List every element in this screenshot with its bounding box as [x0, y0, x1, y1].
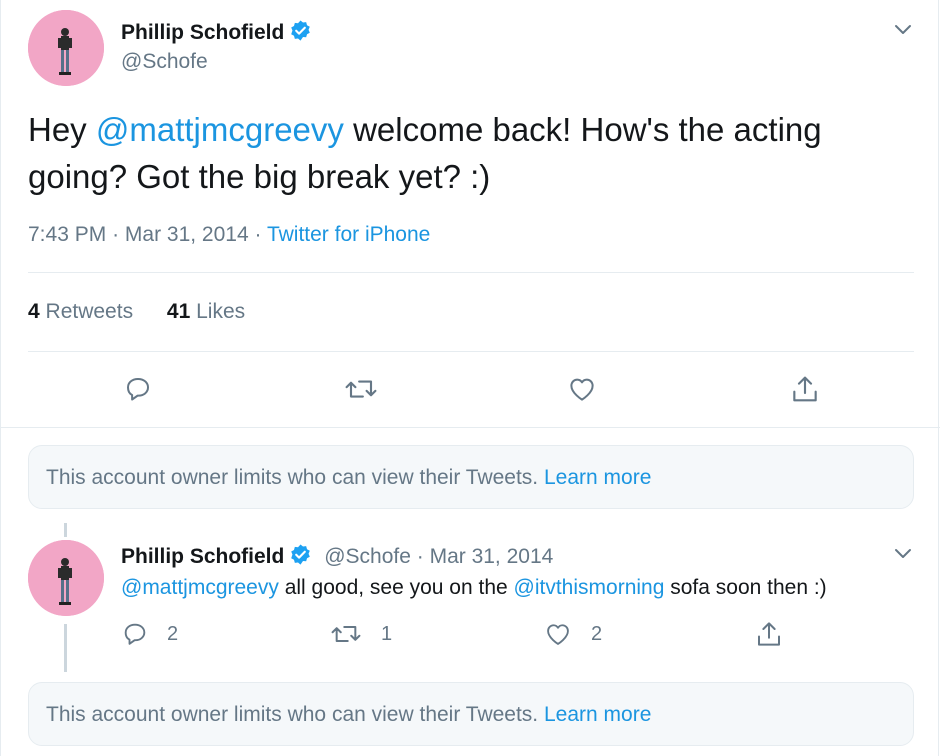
- author-name-row[interactable]: Phillip Schofield: [121, 19, 312, 45]
- share-icon[interactable]: [789, 373, 821, 405]
- meta-separator: ·: [112, 223, 125, 246]
- divider: [28, 272, 914, 273]
- notice-text: This account owner limits who can view t…: [46, 703, 539, 726]
- tweet-date[interactable]: Mar 31, 2014: [125, 223, 249, 246]
- learn-more-link[interactable]: Learn more: [544, 466, 651, 489]
- section-divider: [1, 427, 940, 428]
- like-action[interactable]: 2: [543, 620, 602, 648]
- divider: [28, 351, 914, 352]
- thread-line: [64, 523, 67, 537]
- like-count: 2: [591, 622, 603, 645]
- heart-icon[interactable]: [566, 374, 598, 404]
- retweet-icon[interactable]: [329, 620, 363, 648]
- tweet-page: Phillip Schofield @Schofe Hey @mattjmcgr…: [0, 0, 940, 756]
- reply-header: Phillip Schofield @Schofe · Mar 31, 2014: [121, 543, 553, 569]
- reply-text: @mattjmcgreevy all good, see you on the …: [121, 576, 827, 600]
- meta-separator: ·: [254, 223, 267, 246]
- tweet-time[interactable]: 7:43 PM: [28, 223, 106, 246]
- retweets-count: 4: [28, 300, 40, 323]
- reply-text-end: sofa soon then :): [664, 576, 827, 599]
- mention-link[interactable]: @mattjmcgreevy: [121, 576, 279, 599]
- avatar[interactable]: [28, 10, 104, 86]
- reply-count: 2: [167, 622, 179, 645]
- retweet-icon[interactable]: [343, 374, 379, 404]
- share-icon[interactable]: [754, 619, 784, 649]
- tweet-stats: 4 Retweets 41 Likes: [28, 300, 273, 324]
- mention-link[interactable]: @itvthismorning: [514, 576, 665, 599]
- reply-icon[interactable]: [123, 374, 153, 404]
- verified-badge-icon: [291, 20, 311, 41]
- likes-stat[interactable]: 41 Likes: [167, 300, 245, 323]
- retweet-action[interactable]: 1: [329, 620, 392, 648]
- learn-more-link[interactable]: Learn more: [544, 703, 651, 726]
- heart-icon[interactable]: [543, 620, 573, 648]
- notice-text: This account owner limits who can view t…: [46, 466, 539, 489]
- verified-badge-icon: [291, 544, 311, 565]
- tweet-meta: 7:43 PM · Mar 31, 2014 · Twitter for iPh…: [28, 223, 430, 247]
- author-name[interactable]: Phillip Schofield: [121, 545, 284, 568]
- avatar[interactable]: [28, 540, 104, 616]
- likes-label: Likes: [196, 300, 246, 323]
- tweet-source-link[interactable]: Twitter for iPhone: [267, 223, 430, 246]
- reply-action[interactable]: 2: [121, 620, 178, 648]
- author-name[interactable]: Phillip Schofield: [121, 21, 284, 44]
- mention-link[interactable]: @mattjmcgreevy: [96, 111, 344, 148]
- reply-icon[interactable]: [121, 620, 149, 648]
- retweet-count: 1: [381, 622, 393, 645]
- tweet-text-prefix: Hey: [28, 111, 96, 148]
- restricted-notice: This account owner limits who can view t…: [28, 682, 914, 746]
- tweet-text: Hey @mattjmcgreevy welcome back! How's t…: [28, 106, 918, 200]
- chevron-down-icon[interactable]: [892, 542, 914, 564]
- retweets-label: Retweets: [45, 300, 134, 323]
- likes-count: 41: [166, 300, 191, 323]
- chevron-down-icon[interactable]: [892, 18, 914, 40]
- meta-separator: ·: [416, 545, 430, 568]
- retweets-stat[interactable]: 4 Retweets: [28, 300, 133, 323]
- author-handle[interactable]: @Schofe: [121, 50, 208, 74]
- author-handle[interactable]: @Schofe: [324, 545, 411, 568]
- thread-line: [64, 624, 67, 672]
- restricted-notice: This account owner limits who can view t…: [28, 445, 914, 509]
- reply-date[interactable]: Mar 31, 2014: [430, 545, 554, 568]
- reply-text-mid: all good, see you on the: [278, 576, 514, 599]
